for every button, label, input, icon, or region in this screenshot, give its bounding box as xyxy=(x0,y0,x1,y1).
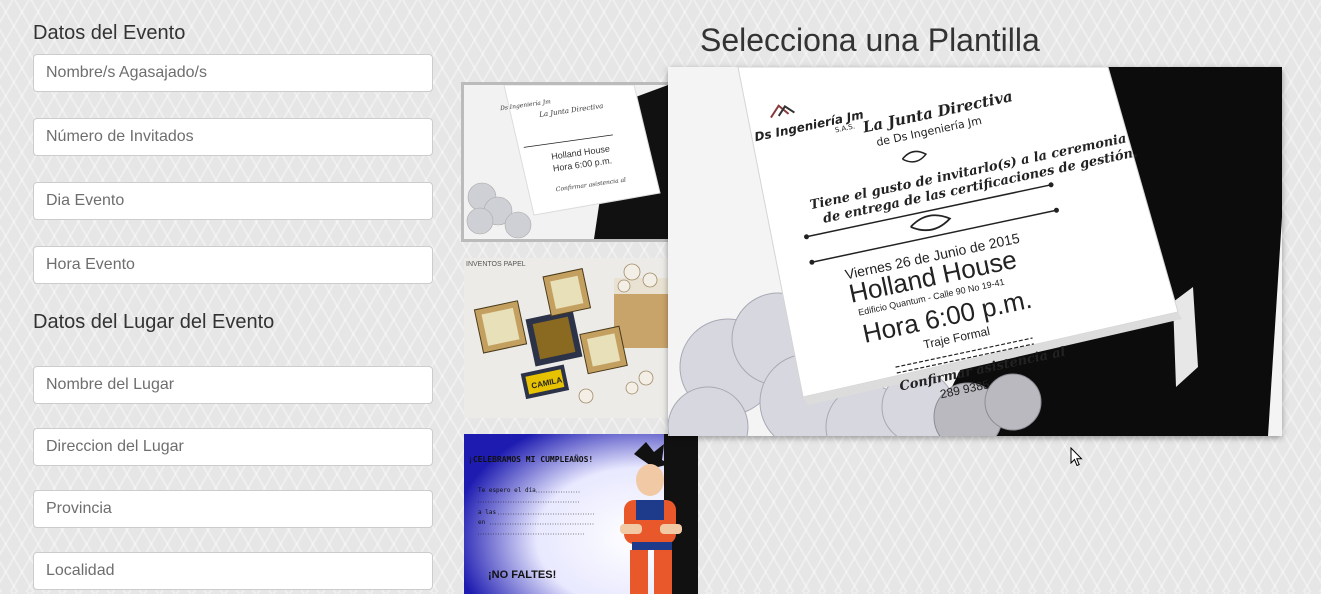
thumb3-line1: Te espero el día xyxy=(478,487,536,494)
province-input[interactable] xyxy=(33,490,433,528)
thumb2-brand: INVENTOS PAPEL xyxy=(466,261,526,268)
event-time-input[interactable] xyxy=(33,246,433,284)
honoree-name-input[interactable] xyxy=(33,54,433,92)
template-thumbnail-corporate[interactable]: Ds Ingeniería Jm La Junta Directiva Holl… xyxy=(461,82,671,242)
mouse-cursor-icon xyxy=(1070,447,1083,467)
event-section-title: Datos del Evento xyxy=(33,22,186,44)
template-section-title: Selecciona una Plantilla xyxy=(700,22,1040,58)
venue-name-input[interactable] xyxy=(33,366,433,404)
thumb3-footer: ¡NO FALTES! xyxy=(488,569,556,581)
thumb3-line3: en xyxy=(478,519,486,526)
template-thumbnail-birthday[interactable]: ¡CELEBRAMOS MI CUMPLEAÑOS! Te espero el … xyxy=(464,434,698,594)
template-thumbnail-kraft[interactable]: CAMILA INVENTOS PAPEL xyxy=(464,258,669,418)
thumb3-line2: a las xyxy=(478,509,496,516)
venue-address-input[interactable] xyxy=(33,428,433,466)
event-day-input[interactable] xyxy=(33,182,433,220)
template-preview: Ds Ingeniería Jm S.A.S. La Junta Directi… xyxy=(668,67,1282,436)
thumb3-heading: ¡CELEBRAMOS MI CUMPLEAÑOS! xyxy=(468,454,593,464)
guest-count-input[interactable] xyxy=(33,118,433,156)
locality-input[interactable] xyxy=(33,552,433,590)
venue-section-title: Datos del Lugar del Evento xyxy=(33,311,275,333)
